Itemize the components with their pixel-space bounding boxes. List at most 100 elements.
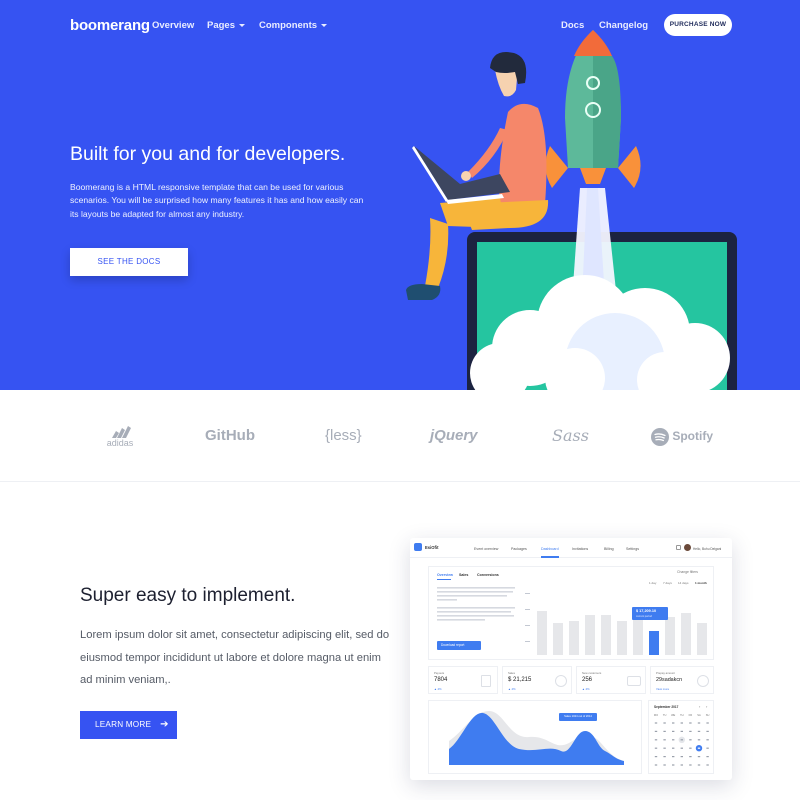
calendar-weekday: TH [680, 714, 684, 717]
calendar-day[interactable] [663, 747, 666, 749]
area-chart [449, 711, 624, 765]
calendar-day[interactable] [697, 764, 701, 766]
range-1-month[interactable]: 1 month [695, 581, 707, 585]
calendar-day[interactable] [672, 747, 675, 749]
calendar-day[interactable] [654, 756, 658, 758]
calendar-day[interactable] [663, 730, 666, 732]
calendar-day[interactable] [689, 764, 692, 766]
dash-nav-event-overview[interactable]: Event overview [474, 547, 498, 551]
calendar-day[interactable] [706, 730, 709, 732]
calendar-day[interactable] [689, 747, 692, 749]
calendar-day[interactable] [672, 730, 675, 732]
nav-pages[interactable]: Pages [207, 20, 245, 31]
stat-value: 256 [582, 677, 593, 683]
clock-icon [697, 675, 709, 687]
calendar-day[interactable] [654, 764, 658, 766]
calendar-day[interactable] [663, 739, 666, 741]
calendar-day[interactable] [706, 739, 709, 741]
calendar-weekday: TU [662, 714, 667, 717]
view-more-link[interactable]: View more [656, 687, 669, 691]
dashboard-brand: EsiOfit [425, 545, 439, 550]
range-7-days[interactable]: 7 days [663, 581, 672, 585]
brand-logo[interactable]: boomerang [70, 17, 150, 34]
calendar-day[interactable] [680, 756, 683, 758]
nav-pages-label: Pages [207, 20, 235, 31]
chevron-left-icon[interactable]: ‹ [699, 704, 700, 709]
calendar-day[interactable] [689, 722, 692, 724]
dash-nav-settings[interactable]: Settings [626, 547, 639, 551]
dash-nav-dashboard[interactable]: Dashboard [541, 547, 559, 551]
stat-value: 29sadakcn [656, 677, 683, 683]
calendar-day[interactable] [663, 722, 666, 724]
calendar-day[interactable] [680, 747, 683, 749]
nav-overview[interactable]: Overview [152, 20, 194, 31]
chevron-down-icon [321, 23, 328, 27]
calendar-day[interactable] [697, 756, 701, 758]
users-icon [627, 676, 641, 686]
calendar-day[interactable] [672, 764, 675, 766]
calendar-weekday: SA [697, 714, 701, 717]
calendar-day[interactable] [680, 730, 683, 732]
calendar-day[interactable] [654, 730, 658, 732]
calendar-day[interactable] [680, 739, 683, 741]
calendar-day[interactable] [689, 730, 692, 732]
adidas-stripes-icon [112, 426, 131, 438]
stat-card-prepay: Prepay amount 29sadakcn View more [650, 666, 714, 694]
calendar-day[interactable] [654, 739, 658, 741]
calendar-title: September 2017 [654, 705, 679, 709]
description-text-lines [437, 587, 515, 621]
tab-conversions[interactable]: Conversions [477, 573, 499, 577]
calendar-day[interactable] [697, 722, 701, 724]
calendar-day[interactable] [697, 747, 701, 749]
calendar-day[interactable] [663, 764, 666, 766]
calendar-weekday: SU [705, 714, 710, 717]
user-name[interactable]: Hello, Buhu Delgani [693, 547, 721, 551]
tab-sales[interactable]: Sales [459, 573, 468, 577]
notification-icon[interactable] [676, 545, 681, 550]
chart-bar [697, 623, 707, 655]
calendar-day[interactable] [654, 722, 658, 724]
calendar-day[interactable] [706, 722, 709, 724]
adidas-logo: adidas [102, 426, 138, 450]
download-report-button[interactable]: Download report [437, 641, 481, 650]
change-filters-link[interactable]: Change filters [677, 570, 698, 574]
calendar-weekday: WE [671, 714, 676, 717]
dash-nav-billing[interactable]: Billing [604, 547, 614, 551]
tooltip-sub: current period [636, 615, 653, 618]
calendar-day[interactable] [697, 739, 701, 741]
calendar-day[interactable] [706, 764, 709, 766]
chart-bar [569, 621, 579, 655]
calendar-day[interactable] [689, 756, 692, 758]
calendar-day[interactable] [680, 764, 683, 766]
range-1-day[interactable]: 1 day [649, 581, 656, 585]
calendar-day[interactable] [672, 722, 675, 724]
avatar[interactable] [684, 544, 691, 551]
calendar-day[interactable] [697, 730, 701, 732]
dash-nav-invitations[interactable]: Invitations [572, 547, 588, 551]
calendar-day[interactable] [672, 756, 675, 758]
calendar-card: September 2017 ‹ › MO TU WE TH FR SA SU [648, 700, 714, 774]
calendar-day[interactable] [654, 747, 658, 749]
chevron-right-icon[interactable]: › [706, 704, 707, 709]
calendar-day[interactable] [706, 747, 709, 749]
dash-nav-packages[interactable]: Packages [511, 547, 527, 551]
chart-bar [681, 613, 691, 655]
tooltip-value: $ 17,209.10 [636, 609, 657, 613]
calendar-day[interactable] [672, 739, 675, 741]
calendar-day[interactable] [706, 756, 709, 758]
dashboard-logo-icon [414, 543, 422, 551]
stat-label: Payouts [434, 671, 445, 675]
range-14-days[interactable]: 14 days [678, 581, 689, 585]
chart-tooltip: $ 17,209.10 current period [632, 607, 668, 620]
tab-overview[interactable]: Overview [437, 573, 453, 577]
learn-more-button[interactable]: LEARN MORE ➔ [80, 711, 177, 739]
calendar-day[interactable] [663, 756, 666, 758]
nav-overview-label: Overview [152, 20, 195, 31]
stat-card-sales: Sales $ 21,215 ▲ 4% [502, 666, 572, 694]
see-the-docs-button[interactable]: SEE THE DOCS [70, 248, 188, 276]
nav-components[interactable]: Components [259, 20, 328, 31]
spotify-logo-text: Spotify [672, 429, 714, 443]
chevron-down-icon [239, 23, 245, 27]
calendar-day[interactable] [689, 739, 692, 741]
calendar-day[interactable] [680, 722, 683, 724]
